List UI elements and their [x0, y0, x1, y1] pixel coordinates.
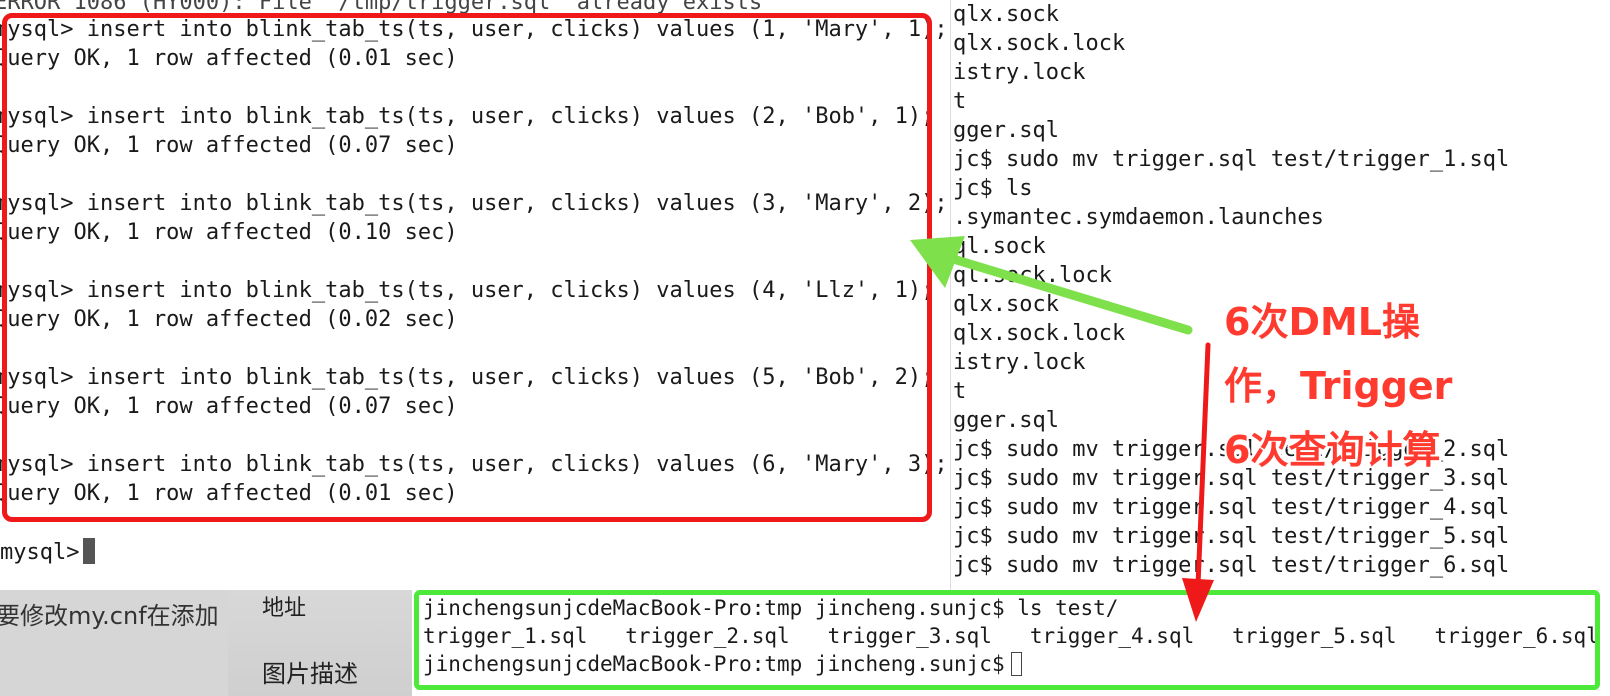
terminal-line: qlx.sock	[953, 2, 1059, 27]
terminal-line: jc$ sudo mv trigger.sql test/trigger_5.s…	[953, 524, 1510, 549]
background-webpage: 要修改my.cnf在添加 地址 图片描述	[0, 590, 412, 696]
background-cut-text: 要修改my.cnf在添加	[0, 602, 219, 630]
terminal-line: t	[953, 379, 967, 404]
terminal-line: jinchengsunjcdeMacBook-Pro:tmp jincheng.…	[423, 596, 1119, 620]
terminal-line: Query OK, 1 row affected (0.07 sec)	[0, 394, 458, 419]
terminal-line: Query OK, 1 row affected (0.10 sec)	[0, 220, 458, 245]
terminal-line: Query OK, 1 row affected (0.01 sec)	[0, 46, 458, 71]
terminal-line: qlx.sock.lock	[953, 321, 1126, 346]
terminal-line: gger.sql	[953, 118, 1059, 143]
terminal-line: istry.lock	[953, 350, 1086, 375]
terminal-line: Query OK, 1 row affected (0.02 sec)	[0, 307, 458, 332]
ls-terminal-window[interactable]: jinchengsunjcdeMacBook-Pro:tmp jincheng.…	[414, 590, 1600, 690]
terminal-line: mysql> insert into blink_tab_ts(ts, user…	[0, 17, 948, 42]
terminal-line: jc$ sudo mv trigger.sql test/trigger_4.s…	[953, 495, 1510, 520]
shell-prompt[interactable]: jinchengsunjcdeMacBook-Pro:tmp jincheng.…	[423, 649, 1022, 679]
terminal-line: jc$ sudo mv trigger.sql test/trigger_1.s…	[953, 147, 1510, 172]
terminal-line: jc$ ls	[953, 176, 1033, 201]
prompt-text: mysql>	[0, 540, 80, 565]
terminal-line: jc$ sudo mv trigger.sql test/trigger_6.s…	[953, 553, 1510, 578]
terminal-line: qlx.sock.lock	[953, 31, 1126, 56]
terminal-cursor	[83, 538, 96, 564]
prompt-text: jinchengsunjcdeMacBook-Pro:tmp jincheng.…	[423, 652, 1005, 676]
annotation-line: 6次DML操	[1224, 300, 1421, 344]
terminal-cursor	[1010, 652, 1022, 676]
image-description-label: 图片描述	[262, 660, 358, 688]
terminal-line: Query OK, 1 row affected (0.07 sec)	[0, 133, 458, 158]
file-listing: trigger_1.sql trigger_2.sql trigger_3.sq…	[423, 624, 1599, 648]
terminal-line: Query OK, 1 row affected (0.01 sec)	[0, 481, 458, 506]
annotation-line: 作，Trigger	[1224, 364, 1453, 408]
terminal-line: .symantec.symdaemon.launches	[953, 205, 1324, 230]
mysql-prompt[interactable]: mysql>	[0, 538, 96, 568]
annotation-callout: 6次DML操 作，Trigger 6次查询计算	[1224, 290, 1484, 482]
mysql-terminal-window[interactable]: ERROR 1086 (HY000): File '/tmp/trigger.s…	[0, 0, 950, 590]
terminal-line: qlx.sock	[953, 292, 1059, 317]
terminal-line: mysql> insert into blink_tab_ts(ts, user…	[0, 104, 935, 129]
annotation-line: 6次查询计算	[1224, 428, 1441, 472]
terminal-line: mysql> insert into blink_tab_ts(ts, user…	[0, 365, 935, 390]
terminal-line: mysql> insert into blink_tab_ts(ts, user…	[0, 278, 935, 303]
terminal-line: mysql> insert into blink_tab_ts(ts, user…	[0, 191, 948, 216]
terminal-line: ql.sock.lock	[953, 263, 1112, 288]
terminal-line: gger.sql	[953, 408, 1059, 433]
address-field-label: 地址	[262, 596, 307, 621]
terminal-line: mysql> insert into blink_tab_ts(ts, user…	[0, 452, 948, 477]
terminal-line: istry.lock	[953, 60, 1086, 85]
terminal-line: t	[953, 89, 967, 114]
terminal-line: ql.sock	[953, 234, 1046, 259]
